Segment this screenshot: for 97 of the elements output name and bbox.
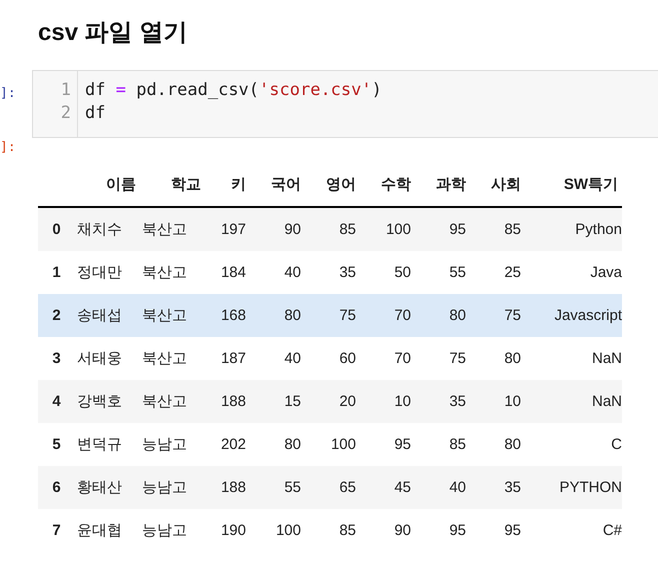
table-cell: 90 — [394, 522, 411, 539]
table-cell: 65 — [339, 479, 356, 496]
row-index: 0 — [52, 221, 61, 238]
table-cell: 황태산 — [77, 479, 122, 496]
line-number: 2 — [60, 102, 71, 125]
table-cell: 윤대협 — [77, 522, 122, 539]
column-header: 과학 — [436, 176, 466, 192]
table-cell: 변덕규 — [77, 436, 122, 453]
table-cell: 100 — [330, 436, 356, 453]
table-cell: 10 — [394, 393, 411, 410]
table-cell: 40 — [449, 479, 466, 496]
column-header: 사회 — [491, 176, 521, 192]
column-header: 이름 — [106, 176, 136, 192]
section-heading: csv 파일 열기 — [37, 18, 188, 48]
table-cell: 능남고 — [142, 522, 187, 539]
column-header: 키 — [231, 176, 246, 192]
table-cell: 80 — [449, 307, 466, 324]
table-cell: 80 — [284, 436, 301, 453]
table-cell: 80 — [504, 350, 521, 367]
table-cell: 85 — [449, 436, 466, 453]
table-cell: 85 — [339, 522, 356, 539]
table-cell: NaN — [592, 350, 622, 367]
table-cell: 85 — [339, 221, 356, 238]
table-cell: 50 — [394, 264, 411, 281]
table-cell: 188 — [220, 479, 246, 496]
column-header: SW특기 — [564, 176, 618, 192]
table-cell: 25 — [504, 264, 521, 281]
table-cell: 85 — [504, 221, 521, 238]
table-cell: 35 — [449, 393, 466, 410]
column-header: 영어 — [326, 176, 356, 192]
table-cell: 35 — [339, 264, 356, 281]
table-cell: 190 — [220, 522, 246, 539]
table-cell: 정대만 — [77, 264, 122, 281]
table-cell: 55 — [284, 479, 301, 496]
table-cell: 95 — [394, 436, 411, 453]
table-cell: Javascript — [554, 307, 622, 324]
code-line: df = pd.read_csv('score.csv') — [85, 79, 382, 102]
table-cell: 90 — [284, 221, 301, 238]
table-cell: 95 — [504, 522, 521, 539]
row-index: 6 — [52, 479, 61, 496]
table-cell: 70 — [394, 350, 411, 367]
table-cell: 15 — [284, 393, 301, 410]
table-cell: 10 — [504, 393, 521, 410]
table-cell: C — [611, 436, 622, 453]
row-index: 7 — [52, 522, 61, 539]
row-index: 4 — [52, 393, 61, 410]
output-prompt: ]: — [0, 139, 16, 155]
table-cell: 80 — [504, 436, 521, 453]
table-cell: 서태웅 — [77, 350, 122, 367]
table-cell: Java — [590, 264, 622, 281]
table-cell: 40 — [284, 350, 301, 367]
table-cell: 채치수 — [77, 221, 122, 238]
table-cell: 45 — [394, 479, 411, 496]
table-cell: 100 — [386, 221, 411, 238]
code-line: df — [85, 102, 106, 125]
table-cell: 60 — [339, 350, 356, 367]
table-cell: 북산고 — [142, 264, 187, 281]
table-cell: 75 — [449, 350, 466, 367]
table-cell: 북산고 — [142, 350, 187, 367]
table-cell: 북산고 — [142, 307, 187, 324]
table-cell: 20 — [339, 393, 356, 410]
column-header: 수학 — [381, 176, 411, 192]
row-index: 2 — [52, 307, 61, 324]
code-editor[interactable]: 1 2 df = pd.read_csv('score.csv') df — [32, 70, 658, 138]
column-header: 국어 — [271, 176, 301, 192]
table-cell: 202 — [220, 436, 246, 453]
table-cell: 188 — [220, 393, 246, 410]
table-cell: 70 — [394, 307, 411, 324]
column-header: 학교 — [171, 176, 201, 192]
table-cell: Python — [575, 221, 622, 238]
table-cell: 능남고 — [142, 479, 187, 496]
row-index: 5 — [52, 436, 61, 453]
table-cell: 168 — [220, 307, 246, 324]
table-cell: 강백호 — [77, 393, 122, 410]
table-cell: 184 — [220, 264, 246, 281]
table-cell: 187 — [220, 350, 246, 367]
row-index: 3 — [52, 350, 61, 367]
table-cell: 55 — [449, 264, 466, 281]
table-cell: 75 — [504, 307, 521, 324]
table-cell: 100 — [276, 522, 301, 539]
table-cell: C# — [602, 522, 622, 539]
table-cell: 95 — [449, 221, 466, 238]
table-cell: 95 — [449, 522, 466, 539]
table-cell: 40 — [284, 264, 301, 281]
table-cell: 197 — [220, 221, 246, 238]
table-cell: 35 — [504, 479, 521, 496]
input-prompt: ]: — [0, 85, 17, 101]
table-cell: 75 — [339, 307, 356, 324]
table-cell: 80 — [284, 307, 301, 324]
row-index: 1 — [52, 264, 61, 281]
table-cell: PYTHON — [559, 479, 622, 496]
table-cell: 능남고 — [142, 436, 187, 453]
table-cell: NaN — [592, 393, 622, 410]
table-cell: 송태섭 — [77, 307, 122, 324]
table-cell: 북산고 — [142, 221, 187, 238]
table-cell: 북산고 — [142, 393, 187, 410]
line-number: 1 — [60, 79, 71, 102]
